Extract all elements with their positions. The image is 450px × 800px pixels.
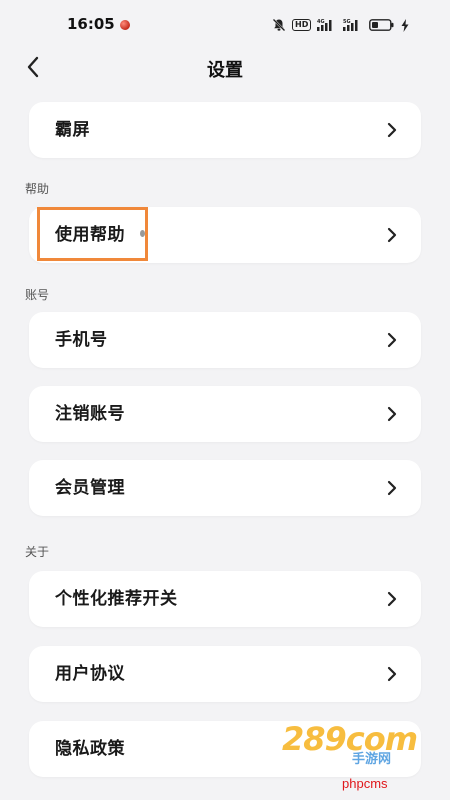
menu-item-label: 霸屏 (55, 120, 90, 140)
watermark-footer: phpcms (342, 776, 388, 791)
menu-item-label: 使用帮助 (55, 225, 125, 245)
status-icons: HD 4G 5G (272, 17, 409, 33)
menu-item-help[interactable]: 使用帮助 (29, 207, 421, 263)
menu-item-label: 个性化推荐开关 (55, 589, 178, 609)
chevron-right-icon (387, 406, 397, 422)
charging-icon (401, 18, 409, 32)
notification-dot-icon (120, 20, 130, 30)
section-label-account: 账号 (25, 288, 50, 302)
signal-4g-icon: 4G (317, 19, 332, 31)
menu-item-label: 隐私政策 (55, 739, 125, 759)
mute-bell-icon (272, 18, 286, 32)
section-label-about: 关于 (25, 545, 50, 559)
menu-item-label: 会员管理 (55, 478, 125, 498)
menu-item-screen[interactable]: 霸屏 (29, 102, 421, 158)
menu-item-phone[interactable]: 手机号 (29, 312, 421, 368)
status-time: 16:05 (67, 15, 115, 33)
page-title: 设置 (207, 60, 243, 81)
menu-item-privacy[interactable]: 隐私政策 (29, 721, 421, 777)
svg-text:4G: 4G (317, 19, 325, 25)
nav-bar: 设置 (0, 48, 450, 88)
hd-badge: HD (292, 19, 312, 31)
menu-item-member[interactable]: 会员管理 (29, 460, 421, 516)
cursor-mark (140, 230, 145, 237)
chevron-right-icon (387, 122, 397, 138)
signal-5g-icon: 5G (343, 19, 358, 31)
svg-text:5G: 5G (343, 19, 351, 25)
menu-item-label: 注销账号 (55, 404, 125, 424)
chevron-right-icon (387, 480, 397, 496)
menu-item-user-agreement[interactable]: 用户协议 (29, 646, 421, 702)
chevron-right-icon (387, 666, 397, 682)
menu-item-personalized[interactable]: 个性化推荐开关 (29, 571, 421, 627)
menu-item-label: 手机号 (55, 330, 108, 350)
status-bar: 16:05 HD 4G 5G (0, 0, 450, 50)
section-label-help: 帮助 (25, 182, 50, 196)
menu-item-cancel-account[interactable]: 注销账号 (29, 386, 421, 442)
chevron-right-icon (387, 227, 397, 243)
battery-icon (369, 19, 394, 31)
chevron-right-icon (387, 332, 397, 348)
chevron-right-icon (387, 591, 397, 607)
menu-item-label: 用户协议 (55, 664, 125, 684)
